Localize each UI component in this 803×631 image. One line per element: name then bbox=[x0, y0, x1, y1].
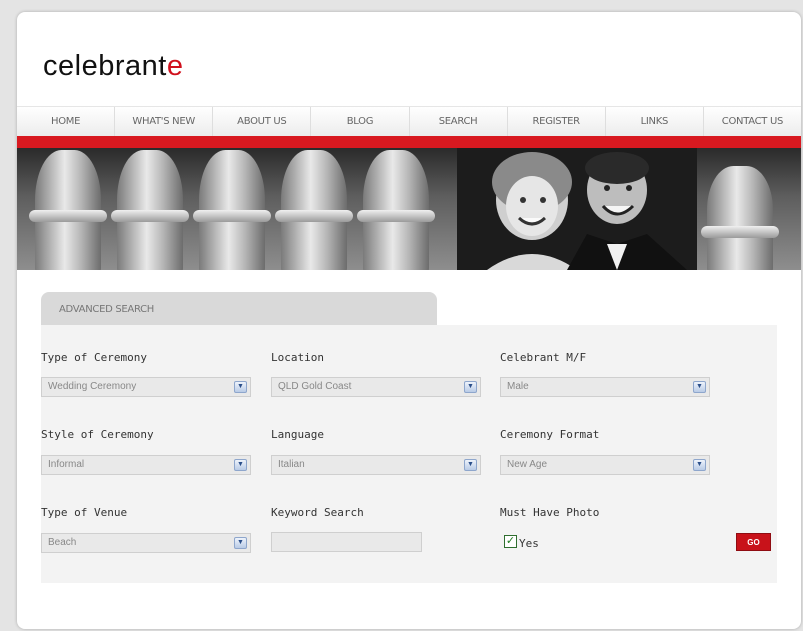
go-button[interactable]: GO bbox=[736, 533, 771, 551]
select-value: Informal bbox=[48, 459, 85, 470]
select-value: Male bbox=[507, 381, 529, 392]
select-value: QLD Gold Coast bbox=[278, 381, 352, 392]
must-have-photo-yes-label: Yes bbox=[519, 537, 539, 550]
chevron-down-icon[interactable]: ▼ bbox=[464, 459, 477, 471]
chevron-down-icon[interactable]: ▼ bbox=[234, 381, 247, 393]
celebrant-mf-select[interactable]: Male ▼ bbox=[500, 377, 710, 397]
baluster-shape bbox=[111, 150, 189, 270]
nav-search[interactable]: SEARCH bbox=[410, 107, 508, 136]
language-select[interactable]: Italian ▼ bbox=[271, 455, 481, 475]
select-value: Wedding Ceremony bbox=[48, 381, 137, 392]
style-of-ceremony-label: Style of Ceremony bbox=[41, 428, 154, 441]
baluster-shape bbox=[193, 150, 271, 270]
chevron-down-icon[interactable]: ▼ bbox=[234, 537, 247, 549]
main-nav: HOME WHAT'S NEW ABOUT US BLOG SEARCH REG… bbox=[17, 106, 801, 136]
keyword-search-label: Keyword Search bbox=[271, 506, 364, 519]
page-container: celebrante HOME WHAT'S NEW ABOUT US BLOG… bbox=[17, 12, 801, 629]
language-label: Language bbox=[271, 428, 324, 441]
logo-accent-letter: e bbox=[166, 50, 184, 82]
advanced-search-panel: Type of Ceremony Wedding Ceremony ▼ Loca… bbox=[41, 325, 777, 583]
chevron-down-icon[interactable]: ▼ bbox=[234, 459, 247, 471]
type-of-venue-label: Type of Venue bbox=[41, 506, 128, 519]
nav-red-bar bbox=[17, 136, 801, 148]
type-of-venue-select[interactable]: Beach ▼ bbox=[41, 533, 251, 553]
ceremony-format-label: Ceremony Format bbox=[500, 428, 600, 441]
must-have-photo-checkbox[interactable]: ✓ bbox=[504, 535, 517, 548]
celebrant-mf-label: Celebrant M/F bbox=[500, 351, 587, 364]
must-have-photo-label: Must Have Photo bbox=[500, 506, 600, 519]
chevron-down-icon[interactable]: ▼ bbox=[464, 381, 477, 393]
site-logo[interactable]: celebrante bbox=[43, 50, 183, 83]
location-label: Location bbox=[271, 351, 324, 364]
keyword-search-input[interactable] bbox=[271, 532, 422, 552]
chevron-down-icon[interactable]: ▼ bbox=[693, 381, 706, 393]
couple-photo bbox=[457, 148, 697, 270]
select-value: Italian bbox=[278, 459, 305, 470]
baluster-shape bbox=[701, 166, 779, 270]
nav-register[interactable]: REGISTER bbox=[508, 107, 606, 136]
select-value: New Age bbox=[507, 459, 548, 470]
nav-home[interactable]: HOME bbox=[17, 107, 116, 136]
chevron-down-icon[interactable]: ▼ bbox=[693, 459, 706, 471]
select-value: Beach bbox=[48, 537, 77, 548]
nav-whats-new[interactable]: WHAT'S NEW bbox=[115, 107, 214, 136]
baluster-shape bbox=[357, 150, 435, 270]
location-select[interactable]: QLD Gold Coast ▼ bbox=[271, 377, 481, 397]
nav-about-us[interactable]: ABOUT US bbox=[213, 107, 312, 136]
type-of-ceremony-label: Type of Ceremony bbox=[41, 351, 147, 364]
nav-contact-us[interactable]: CONTACT US bbox=[704, 107, 801, 136]
advanced-search-tab[interactable]: ADVANCED SEARCH bbox=[41, 292, 437, 325]
header-banner-image bbox=[17, 148, 801, 270]
baluster-shape bbox=[275, 150, 353, 270]
logo-text: celebrant bbox=[43, 50, 167, 82]
nav-links[interactable]: LINKS bbox=[606, 107, 704, 136]
type-of-ceremony-select[interactable]: Wedding Ceremony ▼ bbox=[41, 377, 251, 397]
baluster-shape bbox=[29, 150, 107, 270]
nav-blog[interactable]: BLOG bbox=[311, 107, 410, 136]
style-of-ceremony-select[interactable]: Informal ▼ bbox=[41, 455, 251, 475]
ceremony-format-select[interactable]: New Age ▼ bbox=[500, 455, 710, 475]
